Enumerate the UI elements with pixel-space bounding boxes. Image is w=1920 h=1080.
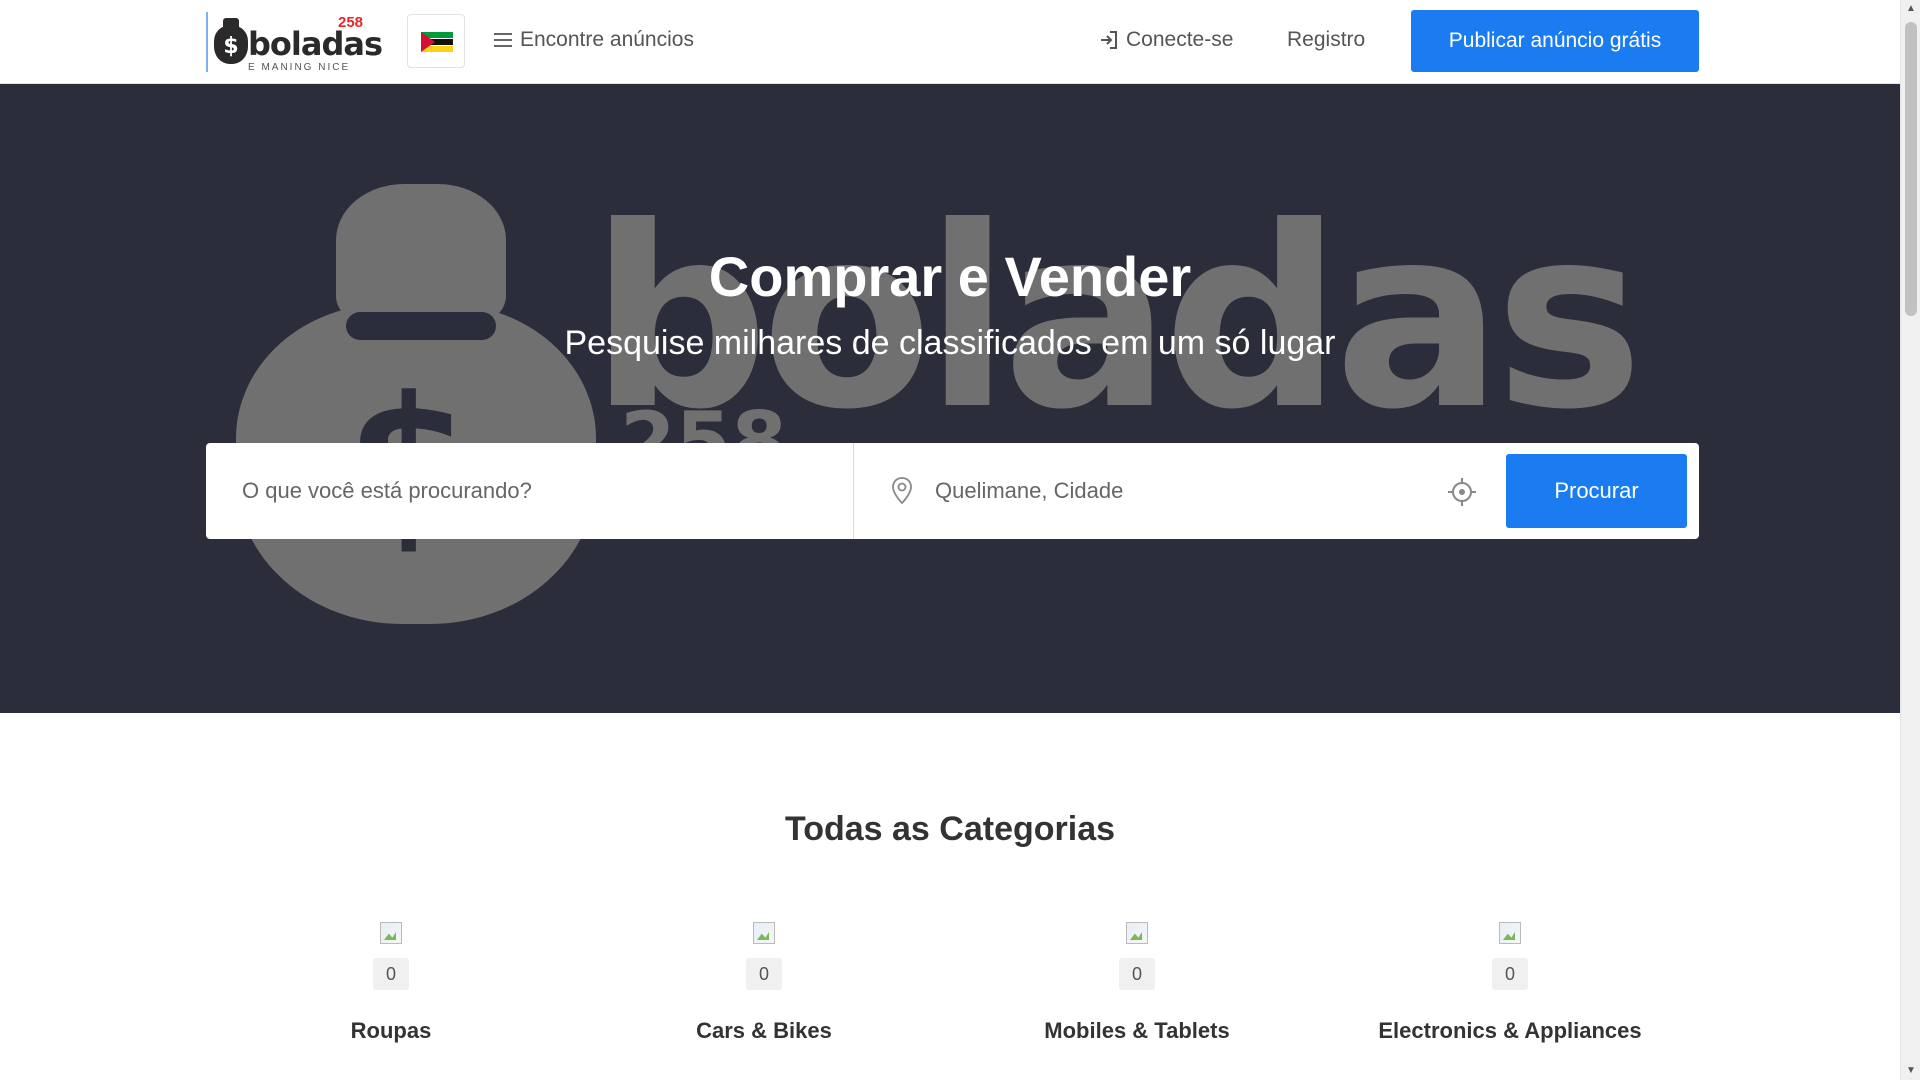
hero-subtitle: Pesquise milhares de classificados em um… bbox=[564, 324, 1336, 362]
location-input[interactable] bbox=[935, 443, 1455, 539]
categories-title: Todas as Categorias bbox=[784, 810, 1116, 848]
scroll-down-arrow-icon[interactable]: ▼ bbox=[1901, 1062, 1920, 1080]
search-bar: Procurar bbox=[206, 443, 1699, 539]
map-pin-icon bbox=[892, 477, 912, 505]
category-electronics-appliances[interactable]: 0 Electronics & Appliances bbox=[1360, 922, 1660, 1044]
category-count: 0 bbox=[746, 958, 782, 990]
hero-title: Comprar e Vender bbox=[708, 245, 1192, 308]
register-link[interactable]: Registro bbox=[1287, 28, 1365, 52]
category-count: 0 bbox=[1119, 958, 1155, 990]
category-count: 0 bbox=[1492, 958, 1528, 990]
logo-tagline: E MANING NICE bbox=[248, 62, 351, 73]
image-placeholder-icon bbox=[753, 922, 775, 944]
login-icon bbox=[1101, 31, 1117, 49]
publish-ad-button[interactable]: Publicar anúncio grátis bbox=[1411, 10, 1699, 72]
category-count: 0 bbox=[373, 958, 409, 990]
category-cars-bikes[interactable]: 0 Cars & Bikes bbox=[614, 922, 914, 1044]
find-ads-label: Encontre anúncios bbox=[520, 28, 694, 51]
category-label: Roupas bbox=[350, 1018, 432, 1043]
category-mobiles-tablets[interactable]: 0 Mobiles & Tablets bbox=[987, 922, 1287, 1044]
image-placeholder-icon bbox=[1499, 922, 1521, 944]
page-scrollbar[interactable]: ▲ ▼ bbox=[1900, 0, 1920, 1080]
hero-section: $ boladas 258 Comprar e Vender Pesquise … bbox=[0, 84, 1900, 713]
scroll-up-arrow-icon[interactable]: ▲ bbox=[1901, 0, 1920, 18]
crosshair-icon[interactable] bbox=[1447, 477, 1477, 507]
logo-number: 258 bbox=[338, 14, 364, 31]
site-logo[interactable]: $ boladas 258 E MANING NICE bbox=[206, 12, 383, 73]
logo-wordmark: boladas bbox=[248, 25, 383, 63]
category-label: Mobiles & Tablets bbox=[1044, 1018, 1230, 1043]
category-label: Electronics & Appliances bbox=[1378, 1018, 1642, 1043]
site-header: $ boladas 258 E MANING NICE Encontre anú… bbox=[0, 0, 1900, 84]
login-label: Conecte-se bbox=[1126, 28, 1234, 51]
menu-icon bbox=[494, 33, 512, 47]
find-ads-link[interactable]: Encontre anúncios bbox=[494, 28, 694, 52]
search-button[interactable]: Procurar bbox=[1506, 454, 1687, 528]
country-selector-button[interactable] bbox=[407, 14, 465, 68]
category-label: Cars & Bikes bbox=[696, 1018, 832, 1043]
mozambique-flag-icon bbox=[421, 32, 453, 52]
login-link[interactable]: Conecte-se bbox=[1098, 28, 1233, 52]
category-roupas[interactable]: 0 Roupas bbox=[241, 922, 541, 1044]
money-bag-icon: $ bbox=[214, 18, 248, 64]
keyword-search-input[interactable] bbox=[206, 443, 854, 539]
image-placeholder-icon bbox=[1126, 922, 1148, 944]
image-placeholder-icon bbox=[380, 922, 402, 944]
scrollbar-thumb[interactable] bbox=[1905, 22, 1917, 316]
